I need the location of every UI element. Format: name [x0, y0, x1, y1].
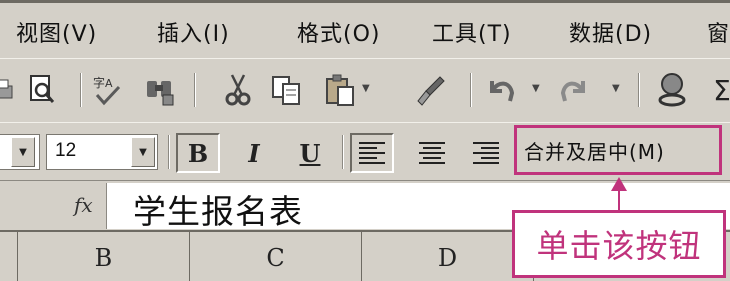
svg-text:字: 字: [93, 75, 105, 90]
callout-label: 单击该按钮: [512, 210, 726, 278]
undo-icon[interactable]: [480, 67, 520, 113]
spelling-icon[interactable]: 字A: [88, 67, 128, 113]
toolbar-separator: [194, 73, 196, 107]
toolbar-separator: [342, 135, 344, 169]
menu-view[interactable]: 视图(V): [16, 16, 97, 48]
copy-icon[interactable]: [266, 67, 306, 113]
cut-icon[interactable]: [218, 67, 258, 113]
format-painter-icon[interactable]: [410, 67, 450, 113]
hyperlink-icon[interactable]: [652, 67, 692, 113]
bold-button[interactable]: B: [176, 133, 220, 173]
column-header-b[interactable]: B: [18, 232, 190, 281]
redo-dropdown-icon[interactable]: ▼: [612, 83, 620, 94]
column-header-d[interactable]: D: [362, 232, 534, 281]
menu-data[interactable]: 数据(D): [569, 16, 652, 48]
column-header-c[interactable]: C: [190, 232, 362, 281]
print-preview-icon[interactable]: [22, 67, 62, 113]
toolbar-separator: [470, 73, 472, 107]
menu-bar: 视图(V) 插入(I) 格式(O) 工具(T) 数据(D) 窗: [0, 0, 730, 58]
italic-button[interactable]: I: [232, 133, 276, 173]
font-size-combo[interactable]: 12 ▼: [46, 134, 158, 170]
menu-window[interactable]: 窗: [707, 16, 730, 48]
align-right-icon: [473, 142, 499, 164]
align-center-button[interactable]: [410, 133, 454, 173]
chevron-down-icon[interactable]: ▼: [131, 137, 155, 167]
toolbar-separator: [80, 73, 82, 107]
standard-toolbar: 字A ▼ ▼ ▼ Σ: [0, 58, 730, 122]
research-icon[interactable]: [140, 67, 180, 113]
font-name-combo[interactable]: ▼: [0, 134, 40, 170]
paste-icon[interactable]: [320, 67, 360, 113]
redo-icon[interactable]: [555, 67, 595, 113]
svg-text:A: A: [105, 77, 113, 90]
toolbar-separator: [168, 135, 170, 169]
align-right-button[interactable]: [464, 133, 508, 173]
align-left-icon: [359, 142, 385, 164]
undo-dropdown-icon[interactable]: ▼: [532, 83, 540, 94]
underline-button[interactable]: U: [288, 133, 332, 173]
column-header[interactable]: [0, 232, 18, 281]
callout-arrow-icon: [611, 177, 627, 213]
print-icon[interactable]: [0, 67, 22, 113]
autosum-icon[interactable]: Σ: [702, 67, 730, 113]
align-center-icon: [419, 142, 445, 164]
chevron-down-icon[interactable]: ▼: [11, 137, 35, 167]
align-left-button[interactable]: [350, 133, 394, 173]
menu-insert[interactable]: 插入(I): [157, 16, 230, 48]
toolbar-separator: [638, 73, 640, 107]
merge-and-center-button[interactable]: 合并及居中(M): [514, 125, 722, 175]
font-size-value: 12: [55, 140, 77, 161]
paste-dropdown-icon[interactable]: ▼: [362, 83, 370, 94]
fx-icon[interactable]: fx: [74, 193, 93, 217]
menu-tools[interactable]: 工具(T): [432, 16, 512, 48]
menu-format[interactable]: 格式(O): [297, 16, 380, 48]
